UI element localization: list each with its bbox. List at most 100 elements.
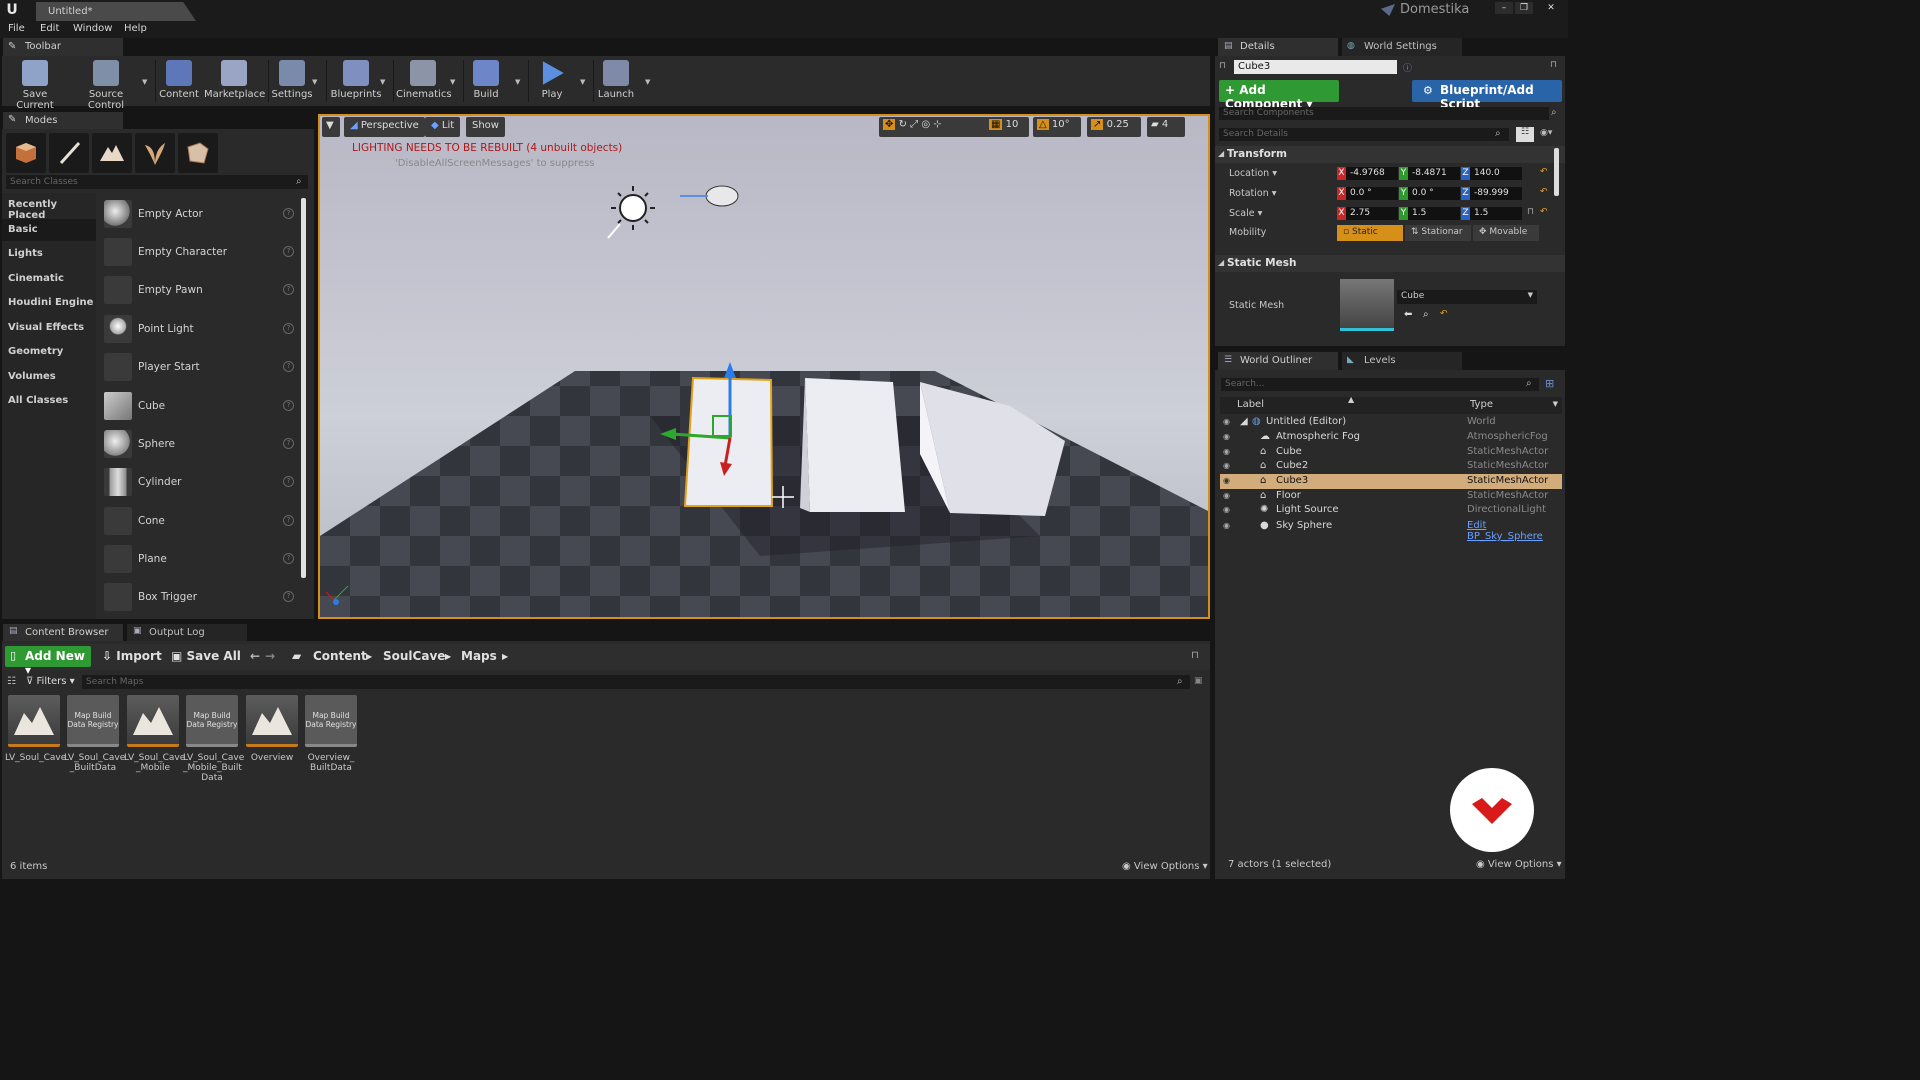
placeable-point-light[interactable]: Point Light?	[100, 312, 298, 348]
filters-dropdown[interactable]: ⊽ Filters ▾	[26, 676, 75, 687]
viewport-options-dropdown[interactable]: ▼	[322, 117, 340, 137]
tab-world-settings[interactable]: World Settings	[1342, 38, 1462, 56]
static-mesh-combo[interactable]: Cube ▼	[1397, 290, 1537, 304]
location-label[interactable]: Location ▾	[1229, 168, 1277, 179]
tab-output-log[interactable]: Output Log	[127, 624, 247, 641]
help-icon[interactable]: ?	[283, 323, 294, 334]
scale-x-field[interactable]: 2.75	[1346, 207, 1398, 220]
create-folder-icon[interactable]: ⊞	[1545, 377, 1554, 390]
menu-help[interactable]: Help	[124, 23, 147, 34]
mobility-movable-button[interactable]: ✥ Movable	[1473, 225, 1539, 241]
folder-icon[interactable]: ▰	[292, 649, 301, 663]
help-icon[interactable]: ?	[283, 284, 294, 295]
column-dropdown-icon[interactable]: ▼	[1553, 400, 1558, 408]
cinematics-dropdown[interactable]: ▼	[450, 78, 455, 86]
blueprints-button[interactable]: Blueprints	[330, 56, 382, 106]
search-components-input[interactable]: Search Components	[1219, 107, 1549, 120]
eye-icon[interactable]: ◉▾	[1540, 128, 1552, 138]
show-dropdown[interactable]: Show	[466, 117, 505, 137]
asset-tile[interactable]: Map Build Data Registry Overview_ BuiltDa…	[302, 695, 360, 773]
rotation-z-field[interactable]: -89.999	[1470, 187, 1522, 200]
use-selected-arrow-icon[interactable]: ⬅	[1404, 309, 1412, 320]
launch-dropdown[interactable]: ▼	[645, 78, 650, 86]
add-component-button[interactable]: + Add Component ▾	[1219, 80, 1339, 111]
outliner-row[interactable]: ◉ ● Sky Sphere Edit BP_Sky_Sphere	[1220, 519, 1562, 542]
help-icon[interactable]: ?	[283, 361, 294, 372]
column-type[interactable]: Type	[1470, 399, 1493, 410]
help-icon[interactable]: ?	[283, 476, 294, 487]
menu-window[interactable]: Window	[73, 23, 112, 34]
visibility-eye-icon[interactable]: ◉	[1223, 432, 1230, 441]
foliage-mode-icon[interactable]	[135, 133, 175, 173]
search-details-input[interactable]: Search Details	[1219, 128, 1509, 141]
visibility-eye-icon[interactable]: ◉	[1223, 476, 1230, 485]
reset-arrow-icon[interactable]: ↶	[1540, 187, 1548, 197]
location-z-field[interactable]: 140.0	[1470, 167, 1522, 180]
menu-file[interactable]: File	[8, 23, 25, 34]
collapse-arrow-icon[interactable]: ◢	[1218, 258, 1224, 267]
visibility-eye-icon[interactable]: ◉	[1223, 521, 1230, 530]
category-houdini-engine[interactable]: Houdini Engine	[2, 292, 96, 314]
collapse-arrow-icon[interactable]: ◢	[1218, 149, 1224, 158]
placeable-cylinder[interactable]: Cylinder?	[100, 465, 298, 501]
expand-arrow-icon[interactable]: ◢	[1240, 416, 1248, 427]
mobility-stationary-button[interactable]: ⇅ Stationar	[1405, 225, 1471, 241]
mobility-static-button[interactable]: ▫ Static	[1337, 225, 1403, 241]
edit-blueprint-link[interactable]: Edit BP_Sky_Sphere	[1467, 520, 1562, 542]
cinematics-button[interactable]: Cinematics	[396, 56, 452, 106]
help-icon[interactable]: ?	[283, 438, 294, 449]
lit-dropdown[interactable]: ◆ Lit	[425, 117, 461, 137]
search-maps-input[interactable]: Search Maps	[82, 675, 1190, 689]
placeable-cone[interactable]: Cone?	[100, 504, 298, 540]
search-classes-input[interactable]: Search Classes	[6, 175, 308, 189]
property-matrix-icon[interactable]: ☷	[1516, 127, 1534, 142]
mesh-thumbnail[interactable]	[1340, 279, 1394, 331]
build-dropdown[interactable]: ▼	[515, 78, 520, 86]
asset-tile[interactable]: Overview	[243, 695, 301, 763]
save-all-button[interactable]: ▣ Save All	[171, 649, 241, 663]
menu-edit[interactable]: Edit	[40, 23, 59, 34]
perspective-dropdown[interactable]: ◢ Perspective	[344, 117, 425, 137]
rotate-tool-icon[interactable]: ↻	[899, 119, 907, 130]
toolbar-tab[interactable]: Toolbar	[3, 38, 123, 56]
reset-arrow-icon[interactable]: ↶	[1440, 309, 1448, 319]
outliner-row[interactable]: ◉ ⌂ Cube StaticMeshActor	[1220, 445, 1562, 460]
lock-icon[interactable]: ⊓	[1550, 60, 1557, 70]
world-local-icon[interactable]: ◎	[921, 119, 930, 130]
outliner-row[interactable]: ◉ ⌂ Floor StaticMeshActor	[1220, 489, 1562, 504]
help-icon[interactable]: ?	[283, 591, 294, 602]
surface-snap-icon[interactable]: ⊹	[933, 119, 941, 130]
visibility-eye-icon[interactable]: ◉	[1223, 447, 1230, 456]
tab-levels[interactable]: Levels	[1342, 352, 1462, 370]
level-viewport[interactable]	[318, 114, 1210, 619]
landscape-mode-icon[interactable]	[92, 133, 132, 173]
play-dropdown[interactable]: ▼	[580, 78, 585, 86]
scale-z-field[interactable]: 1.5	[1470, 207, 1522, 220]
category-basic[interactable]: Basic	[2, 219, 96, 241]
outliner-row[interactable]: ◉ ✺ Light Source DirectionalLight	[1220, 503, 1562, 518]
help-icon[interactable]: ?	[283, 400, 294, 411]
sources-toggle-icon[interactable]: ☷	[7, 676, 16, 687]
outliner-row[interactable]: ◉ ⌂ Cube2 StaticMeshActor	[1220, 459, 1562, 474]
lock-icon[interactable]: ⊓	[1191, 650, 1199, 661]
placeable-empty-character[interactable]: Empty Character?	[100, 235, 298, 271]
forward-arrow-icon[interactable]: →	[265, 649, 275, 663]
category-recently-placed[interactable]: Recently Placed	[2, 194, 96, 221]
outliner-view-options-button[interactable]: ◉ View Options ▾	[1476, 859, 1562, 870]
document-tab[interactable]: Untitled*	[36, 2, 196, 21]
breadcrumb-separator-icon[interactable]: ▶	[366, 652, 372, 661]
outliner-row[interactable]: ◉ ◢ ◍ Untitled (Editor) World	[1220, 415, 1562, 430]
scale-label[interactable]: Scale ▾	[1229, 208, 1262, 219]
marketplace-button[interactable]: Marketplace	[204, 56, 265, 106]
visibility-eye-icon[interactable]: ◉	[1223, 505, 1230, 514]
import-button[interactable]: ⇩ Import	[102, 649, 162, 663]
asset-tile[interactable]: LV_Soul_Cave	[5, 695, 66, 763]
placeable-cube[interactable]: Cube?	[100, 389, 298, 425]
save-current-button[interactable]: Save Current	[4, 56, 66, 111]
tab-details[interactable]: Details	[1218, 38, 1338, 56]
scale-y-field[interactable]: 1.5	[1408, 207, 1460, 220]
location-y-field[interactable]: -8.4871	[1408, 167, 1460, 180]
placeable-box-trigger[interactable]: Box Trigger?	[100, 580, 298, 616]
category-geometry[interactable]: Geometry	[2, 341, 96, 363]
placeable-plane[interactable]: Plane?	[100, 542, 298, 578]
